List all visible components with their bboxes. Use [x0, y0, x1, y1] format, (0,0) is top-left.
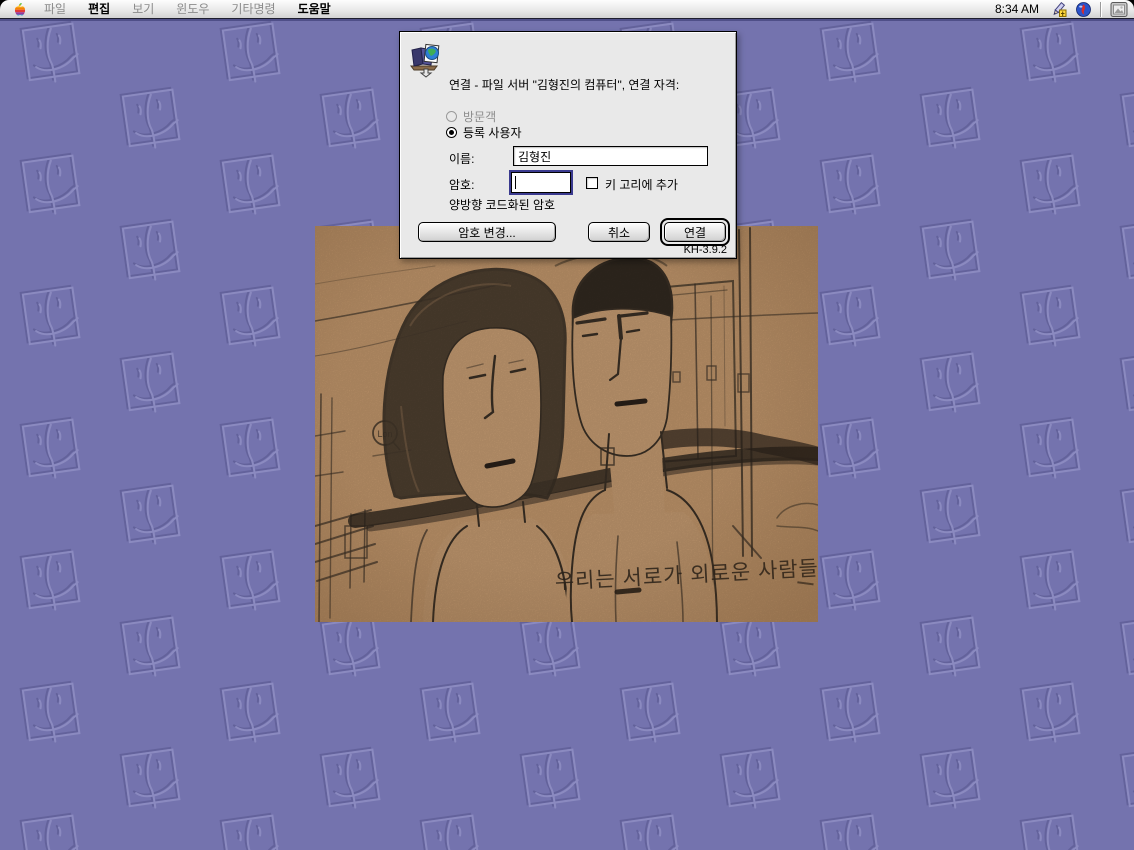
- apple-logo-icon: [12, 2, 27, 17]
- menu-window[interactable]: 윈도우: [165, 0, 220, 19]
- keychain-checkbox-label: 키 고리에 추가: [605, 176, 678, 193]
- dialog-header-text: 연결 - 파일 서버 "김형진의 컴퓨터", 연결 자격:: [449, 78, 731, 92]
- cancel-button[interactable]: 취소: [588, 222, 650, 242]
- keychain-checkbox[interactable]: [586, 177, 598, 189]
- menu-help[interactable]: 도움말: [287, 0, 342, 19]
- name-label: 이름:: [449, 150, 474, 167]
- menu-view[interactable]: 보기: [121, 0, 165, 19]
- input-method-pencil-icon[interactable]: [1050, 2, 1067, 17]
- screen: Lon: [0, 0, 1134, 850]
- radio-row-guest: 방문객: [446, 108, 496, 125]
- version-label: KH-3.9.2: [684, 244, 727, 256]
- encryption-note: 양방향 코드화된 암호: [449, 196, 555, 213]
- menu-special[interactable]: 기타명령: [220, 0, 286, 19]
- connect-dialog: 연결 - 파일 서버 "김형진의 컴퓨터", 연결 자격: 방문객 등록 사용자…: [399, 31, 737, 259]
- password-label: 암호:: [449, 176, 474, 193]
- menu-clock[interactable]: 8:34 AM: [995, 2, 1041, 16]
- registered-user-radio[interactable]: [446, 127, 457, 138]
- guest-radio-label: 방문객: [463, 108, 496, 125]
- apple-menu[interactable]: [12, 2, 27, 17]
- name-input[interactable]: [513, 146, 708, 166]
- change-password-button[interactable]: 암호 변경...: [418, 222, 556, 242]
- menu-file[interactable]: 파일: [33, 0, 77, 19]
- file-server-icon: [407, 40, 445, 78]
- text-caret: [515, 176, 516, 189]
- password-field-focus-ring: [509, 170, 573, 195]
- menu-bar: 파일 편집 보기 윈도우 기타명령 도움말 8:34 AM: [0, 0, 1134, 19]
- menu-edit[interactable]: 편집: [77, 0, 121, 19]
- guest-radio: [446, 111, 457, 122]
- current-app-icon[interactable]: [1110, 2, 1128, 17]
- artwork-image: Lon: [315, 226, 818, 622]
- radio-row-registered: 등록 사용자: [446, 124, 522, 141]
- menubar-separator: [1100, 2, 1101, 17]
- registered-user-radio-label: 등록 사용자: [463, 124, 522, 141]
- application-menu-icon[interactable]: [1076, 2, 1091, 17]
- password-input[interactable]: [511, 172, 571, 193]
- connect-button[interactable]: 연결: [664, 222, 726, 242]
- default-button-ring: 연결: [660, 218, 730, 246]
